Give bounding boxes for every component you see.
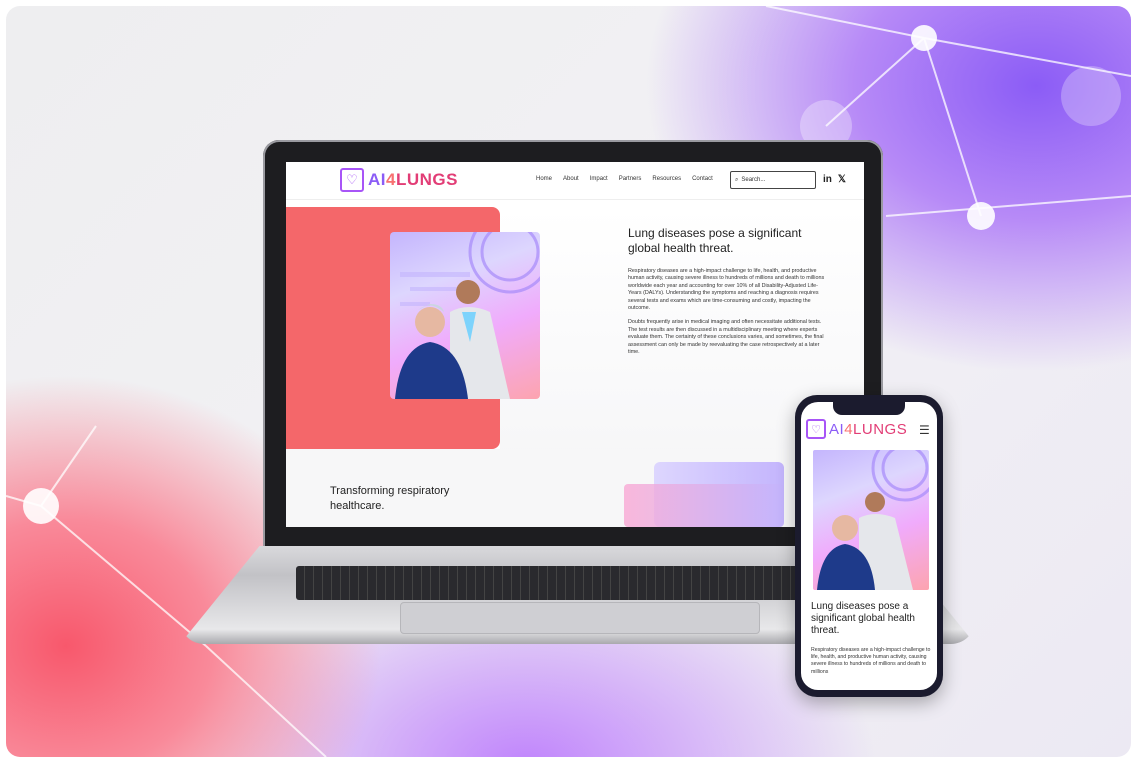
laptop-trackpad (400, 602, 760, 634)
laptop-screen: ♡ AI4LUNGS Home About Impact Partners Re… (286, 162, 864, 527)
nav-partners[interactable]: Partners (619, 176, 642, 182)
logo-text: AI4LUNGS (368, 170, 458, 189)
nav-about[interactable]: About (563, 176, 579, 182)
phone-screen: ♡ AI4LUNGS ☰ Lung diseases pose a signif… (801, 402, 937, 690)
hero-title: Lung diseases pose a significant global … (628, 226, 802, 255)
hamburger-icon[interactable]: ☰ (919, 423, 930, 437)
mobile-hero-paragraph: Respiratory diseases are a high-impact c… (811, 647, 931, 675)
section-title: Transforming respiratory healthcare. (330, 485, 450, 512)
paragraph-1: Respiratory diseases are a high-impact c… (628, 268, 825, 312)
decorative-card-2 (624, 484, 784, 527)
search-input[interactable]: ⌕ Search... (730, 171, 816, 189)
search-placeholder: Search... (741, 177, 766, 183)
mobile-logo[interactable]: ♡ AI4LUNGS (806, 419, 907, 439)
x-icon[interactable]: 𝕏 (838, 174, 846, 185)
social-links: in 𝕏 (823, 174, 846, 185)
doctor-patient-illustration (395, 232, 540, 399)
lungs-icon: ♡ (806, 419, 826, 439)
mobile-hero-title: Lung diseases pose a significant global … (811, 601, 915, 636)
top-navigation: ♡ AI4LUNGS Home About Impact Partners Re… (286, 162, 864, 200)
doctor-patient-illustration (817, 434, 937, 590)
linkedin-icon[interactable]: in (823, 174, 832, 185)
hero-image (390, 232, 540, 399)
site-logo[interactable]: ♡ AI4LUNGS (340, 168, 458, 192)
nav-contact[interactable]: Contact (692, 176, 713, 182)
nav-menu: Home About Impact Partners Resources Con… (536, 176, 713, 182)
laptop-keyboard (296, 566, 816, 600)
nav-home[interactable]: Home (536, 176, 552, 182)
nav-impact[interactable]: Impact (590, 176, 608, 182)
paragraph-2: Doubts frequently arise in medical imagi… (628, 319, 824, 356)
lungs-icon: ♡ (340, 168, 364, 192)
search-icon: ⌕ (735, 176, 739, 183)
phone-notch (833, 402, 905, 415)
mobile-logo-text: AI4LUNGS (829, 420, 908, 438)
hero-paragraph: Respiratory diseases are a high-impact c… (628, 268, 828, 356)
mobile-hero-image (813, 434, 937, 590)
nav-resources[interactable]: Resources (652, 176, 681, 182)
